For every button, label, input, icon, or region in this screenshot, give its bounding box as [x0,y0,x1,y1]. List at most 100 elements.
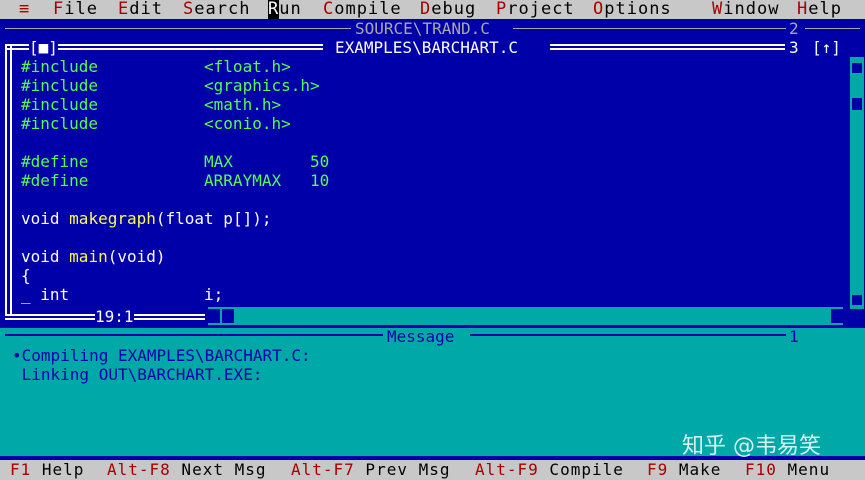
code-token: main [69,247,108,266]
menu-bar: ≡ File Edit Search Run Compile Debug Project Opt… [0,0,865,19]
status-compile-key: Alt-F9 [475,460,539,479]
status-compile-label: Compile [538,460,624,479]
menu-run-label: un [279,0,302,19]
menu-file-label: ile [64,0,98,19]
code-line[interactable]: #include <graphics.h> [21,76,320,95]
status-prev-msg-label: Prev Msg [354,460,451,479]
code-token: #include [21,76,205,95]
menu-project[interactable]: Project [496,0,575,19]
code-line[interactable]: #include <math.h> [21,95,281,114]
code-token: <math.h> [204,95,282,114]
back-window-number: 2 [789,19,799,38]
editor-frame-left [5,44,7,316]
menu-project-hotkey: P [496,0,508,19]
menu-help-label: elp [808,0,842,19]
horizontal-scroll-thumb[interactable] [222,309,234,323]
code-line[interactable]: #define MAX 50 [21,152,329,171]
editor-window-number: 3 [789,38,799,57]
status-make-key: F9 [647,460,669,479]
editor-frame-top-right [550,44,785,46]
menu-edit[interactable]: Edit [118,0,163,19]
editor-title: EXAMPLES\BARCHART.C [335,38,519,57]
vertical-scroll-thumb[interactable] [852,98,862,110]
scroll-right-arrow-icon[interactable] [831,309,843,323]
code-token: #define [21,171,205,190]
menu-debug-label: ebug [431,0,477,19]
code-token: _ int i; [21,285,224,304]
status-menu[interactable]: F10 Menu [745,460,830,480]
message-frame-top-right [470,334,786,336]
code-token: #include [21,57,205,76]
back-window-title[interactable]: SOURCE\TRAND.C [355,19,490,38]
code-token: ARRAYMAX 10 [204,171,330,190]
code-token: (float p[]); [155,209,272,228]
menu-options-label: ptions [604,0,672,19]
code-token: #define [21,152,205,171]
menu-run-hotkey: R [268,0,280,19]
status-f1-help-label: Help [31,460,85,479]
message-frame-top-left [5,334,383,336]
system-menu-hotkey: ≡ [19,0,31,19]
back-window-frame-right [513,28,786,29]
code-token: (void) [107,247,166,266]
code-line[interactable]: #include <conio.h> [21,114,291,133]
menu-options[interactable]: Options [593,0,672,19]
vertical-scrollbar[interactable] [850,57,864,309]
code-token: { [21,266,31,285]
code-line[interactable]: { [21,266,31,285]
menu-help[interactable]: Help [797,0,842,19]
horizontal-scrollbar[interactable] [208,307,843,325]
status-f1-help[interactable]: F1 Help [10,460,84,480]
menu-window[interactable]: Window [712,0,779,19]
status-compile[interactable]: Alt-F9 Compile [475,460,624,480]
menu-compile[interactable]: Compile [323,0,402,19]
menu-options-hotkey: O [593,0,605,19]
menu-debug-hotkey: D [420,0,432,19]
code-token: MAX 50 [204,152,330,171]
menu-compile-hotkey: C [323,0,335,19]
system-menu[interactable]: ≡ [19,0,30,19]
code-line[interactable]: _ int i; [21,285,223,304]
back-window-frame-left [5,28,351,29]
editor-zoom-button[interactable]: [↑] [812,38,841,57]
status-menu-key: F10 [745,460,777,479]
status-prev-msg[interactable]: Alt-F7 Prev Msg [291,460,451,480]
scroll-left-arrow-icon[interactable] [208,309,220,323]
code-line[interactable]: void makegraph(float p[]); [21,209,271,228]
menu-search-hotkey: S [183,0,195,19]
code-token: <graphics.h> [204,76,320,95]
code-token: <conio.h> [204,114,291,133]
message-line[interactable]: Linking OUT\BARCHART.EXE: [12,365,263,384]
status-next-msg-label: Next Msg [170,460,267,479]
status-make-label: Make [668,460,722,479]
code-token: #include [21,114,205,133]
message-window-number: 1 [789,327,799,346]
code-token: #include [21,95,205,114]
scroll-down-arrow-icon[interactable] [852,295,862,305]
menu-window-hotkey: W [712,0,724,19]
menu-window-label: indow [723,0,780,19]
menu-edit-label: dit [129,0,163,19]
code-line[interactable]: void main(void) [21,247,166,266]
menu-search[interactable]: Search [183,0,250,19]
menu-file-hotkey: F [53,0,65,19]
menu-debug[interactable]: Debug [420,0,476,19]
status-next-msg[interactable]: Alt-F8 Next Msg [107,460,267,480]
message-window-title: Message [387,327,455,346]
editor-frame-left-inner [10,44,12,316]
code-line[interactable]: #include <float.h> [21,57,291,76]
back-window-frame-end [805,28,860,29]
code-token: void [21,247,70,266]
code-token: makegraph [69,209,156,228]
editor-close-button[interactable]: [■] [29,38,58,57]
scroll-up-arrow-icon[interactable] [852,63,862,73]
menu-file[interactable]: File [53,0,98,19]
menu-run[interactable]: Run [268,0,302,19]
editor-frame-top-right-inner [550,48,785,50]
code-line[interactable]: #define ARRAYMAX 10 [21,171,329,190]
status-make[interactable]: F9 Make [647,460,721,480]
message-line[interactable]: •Compiling EXAMPLES\BARCHART.C: [12,346,311,365]
status-bar: F1 Help Alt-F8 Next Msg Alt-F7 Prev Msg Alt… [0,460,865,480]
status-menu-label: Menu [776,460,831,479]
menu-edit-hotkey: E [118,0,130,19]
